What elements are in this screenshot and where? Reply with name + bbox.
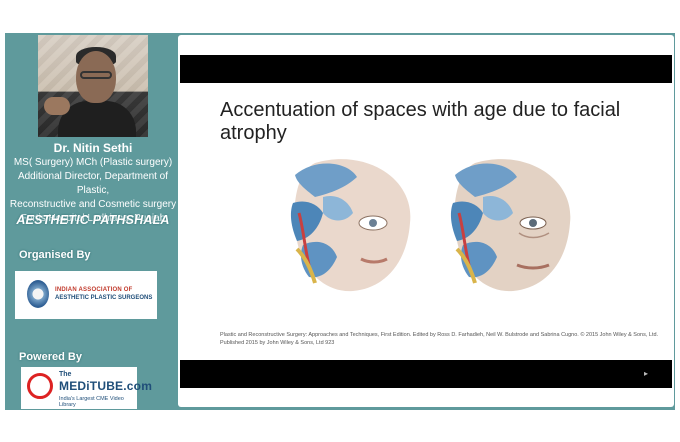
seal-icon <box>27 280 49 308</box>
logo-tagline: India's Largest CME Video Library <box>59 396 124 408</box>
org-name-line2: AESTHETIC PLASTIC SURGEONS <box>55 295 153 301</box>
speaker-name: Dr. Nitin Sethi <box>53 141 133 155</box>
video-bottom-bar <box>180 360 672 388</box>
photo-glasses <box>80 71 112 79</box>
slide-title: Accentuation of spaces with age due to f… <box>220 99 621 144</box>
org-name-line1: INDIAN ASSOCIATION OF <box>55 287 133 293</box>
presentation-slide: Accentuation of spaces with age due to f… <box>180 83 672 360</box>
video-top-bar <box>180 55 672 83</box>
brand-title: AESTHETIC PATHSHALA <box>16 213 170 227</box>
iaaps-logo: INDIAN ASSOCIATION OF AESTHETIC PLASTIC … <box>15 271 157 319</box>
credential-line: Additional Director, Department of Plast… <box>17 171 169 196</box>
face-illustration-aged <box>450 159 571 292</box>
speaker-panel: Dr. Nitin Sethi MS( Surgery) MCh (Plasti… <box>5 33 181 410</box>
logo-name: MEDiTUBE.com <box>59 379 153 393</box>
powered-by-label: Powered By <box>19 351 82 363</box>
credential-line: Reconstructive and Cosmetic surgery <box>9 199 177 210</box>
credential-line: MS( Surgery) MCh (Plastic surgery) <box>13 157 173 168</box>
organised-by-label: Organised By <box>19 249 91 261</box>
face-illustration-young <box>290 159 411 292</box>
mouse-cursor-icon: ▸ <box>644 369 649 378</box>
medical-cross-icon <box>27 373 53 399</box>
logo-the: The <box>59 371 72 378</box>
photo-hand <box>44 97 70 115</box>
speaker-photo <box>38 35 148 137</box>
slide-caption: Plastic and Reconstructive Surgery: Appr… <box>220 332 659 346</box>
meditube-logo: The MEDiTUBE.com India's Largest CME Vid… <box>21 367 152 409</box>
